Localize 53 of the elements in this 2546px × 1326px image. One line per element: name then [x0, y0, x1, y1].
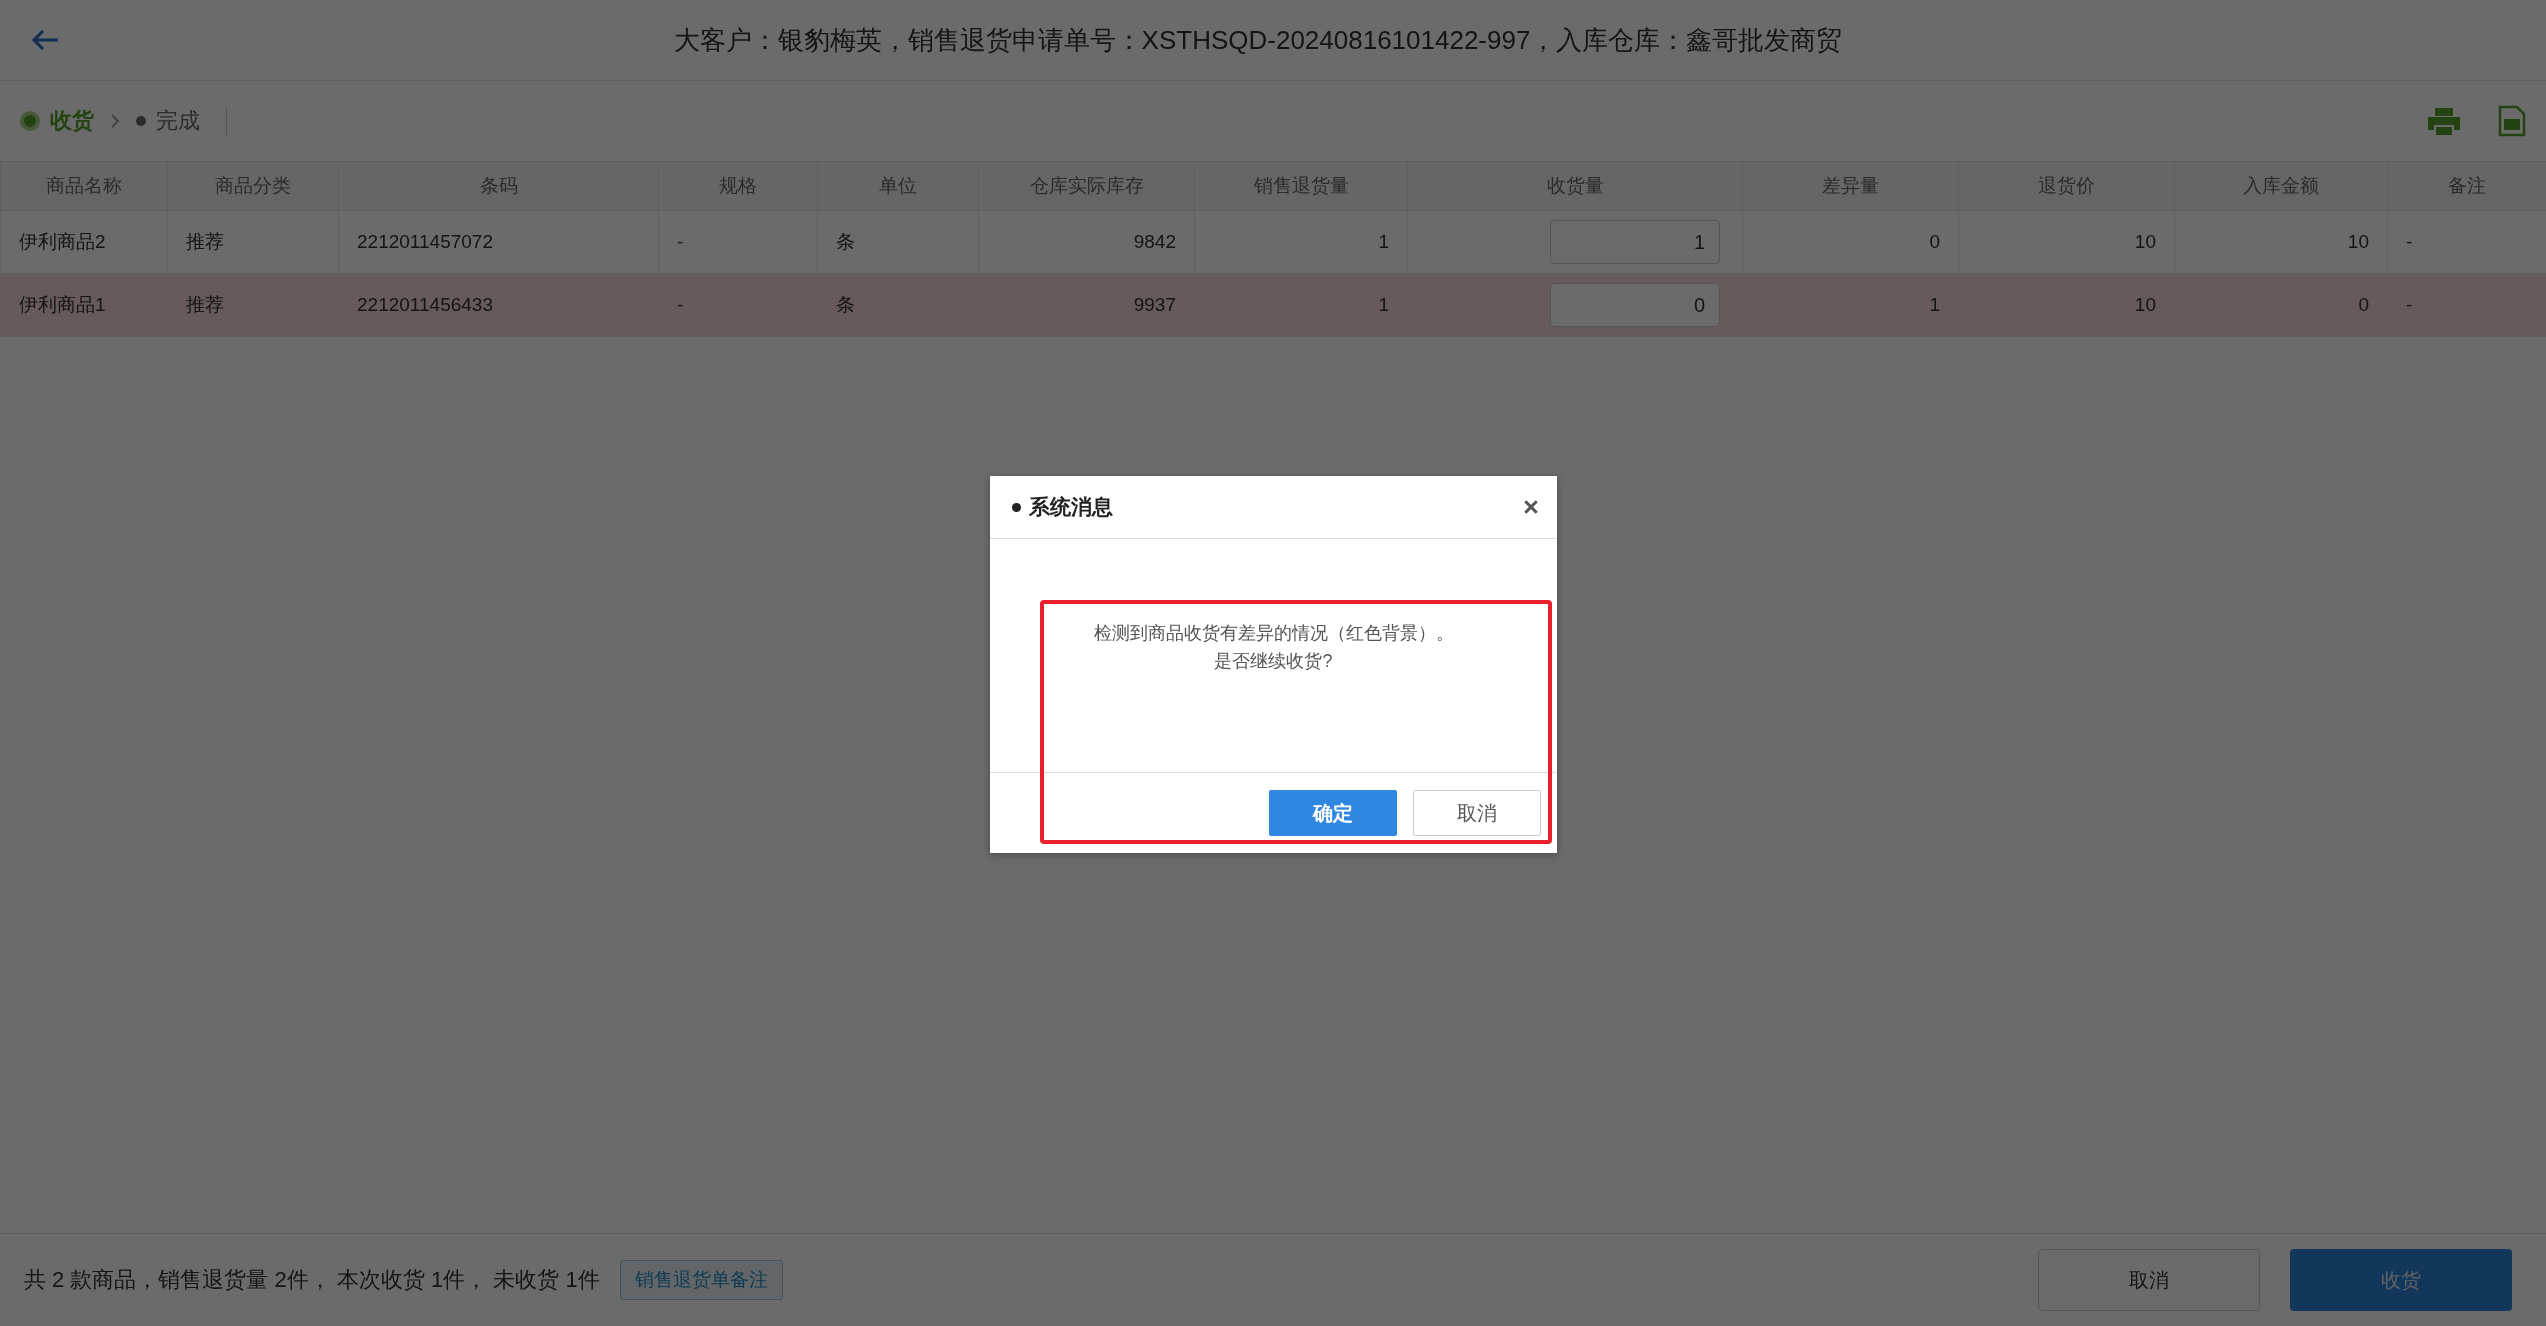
dialog-message: 检测到商品收货有差异的情况（红色背景）。: [1092, 622, 1455, 645]
column-header: 差异量: [1742, 162, 1959, 211]
printer-icon[interactable]: [2426, 106, 2462, 136]
table-cell: -: [2387, 273, 2546, 337]
column-header: 仓库实际库存: [978, 162, 1195, 211]
step-item: 完成: [136, 106, 200, 136]
column-header: 条码: [338, 162, 659, 211]
page-title: 大客户：银豹梅英，销售退货申请单号：XSTHSQD-20240816101422-997，入库仓库：鑫哥批发商贸: [672, 23, 1844, 57]
quantity-input[interactable]: 0: [1550, 283, 1720, 327]
column-header: 单位: [817, 162, 979, 211]
column-header: 备注: [2387, 162, 2546, 211]
summary-text: 共 2 款商品，销售退货量 2件， 本次收货 1件， 未收货 1件: [24, 1266, 600, 1294]
table-cell: 0: [1742, 210, 1959, 274]
table-cell: 0: [2174, 273, 2388, 337]
table-cell: 10: [1958, 273, 2175, 337]
footer-button[interactable]: 收货: [2290, 1249, 2512, 1311]
table-cell: 条: [817, 273, 979, 337]
table-cell: 2212011457072: [338, 210, 659, 274]
remark-button[interactable]: 销售退货单备注: [619, 1260, 783, 1300]
quantity-input[interactable]: 1: [1550, 220, 1720, 264]
column-header: 规格: [658, 162, 818, 211]
table-cell: 推荐: [167, 273, 339, 337]
table-cell: 推荐: [167, 210, 339, 274]
table-cell: -: [658, 273, 818, 337]
table-cell: -: [658, 210, 818, 274]
table-cell: 2212011456433: [338, 273, 659, 337]
dialog-message: 是否继续收货?: [1213, 650, 1334, 673]
table-cell: 1: [1194, 210, 1408, 274]
table-cell: 10: [2174, 210, 2388, 274]
back-arrow-icon[interactable]: [30, 28, 60, 52]
column-header: 销售退货量: [1194, 162, 1408, 211]
step-item: 收货: [20, 106, 94, 136]
table-cell: 1: [1194, 273, 1408, 337]
table-cell: 10: [1958, 210, 2175, 274]
table-cell: 9842: [978, 210, 1195, 274]
column-header: 收货量: [1407, 162, 1743, 211]
spreadsheet-file-icon[interactable]: [2498, 105, 2526, 137]
close-icon[interactable]: [1523, 499, 1539, 515]
dialog-button[interactable]: 取消: [1413, 790, 1541, 836]
dialog-button[interactable]: 确定: [1269, 790, 1397, 836]
table-cell: 伊利商品1: [0, 273, 168, 337]
table-cell: 9937: [978, 273, 1195, 337]
column-header: 入库金额: [2174, 162, 2388, 211]
footer-button[interactable]: 取消: [2038, 1249, 2260, 1311]
column-header: 商品分类: [167, 162, 339, 211]
chevron-right-icon: [110, 113, 120, 129]
bullet-icon: [1012, 502, 1021, 512]
table-cell: 1: [1742, 273, 1959, 337]
column-header: 商品名称: [0, 162, 168, 211]
table-cell: 伊利商品2: [0, 210, 168, 274]
dialog-title: 系统消息: [1029, 494, 1113, 520]
column-header: 退货价: [1958, 162, 2175, 211]
table-cell: 条: [817, 210, 979, 274]
